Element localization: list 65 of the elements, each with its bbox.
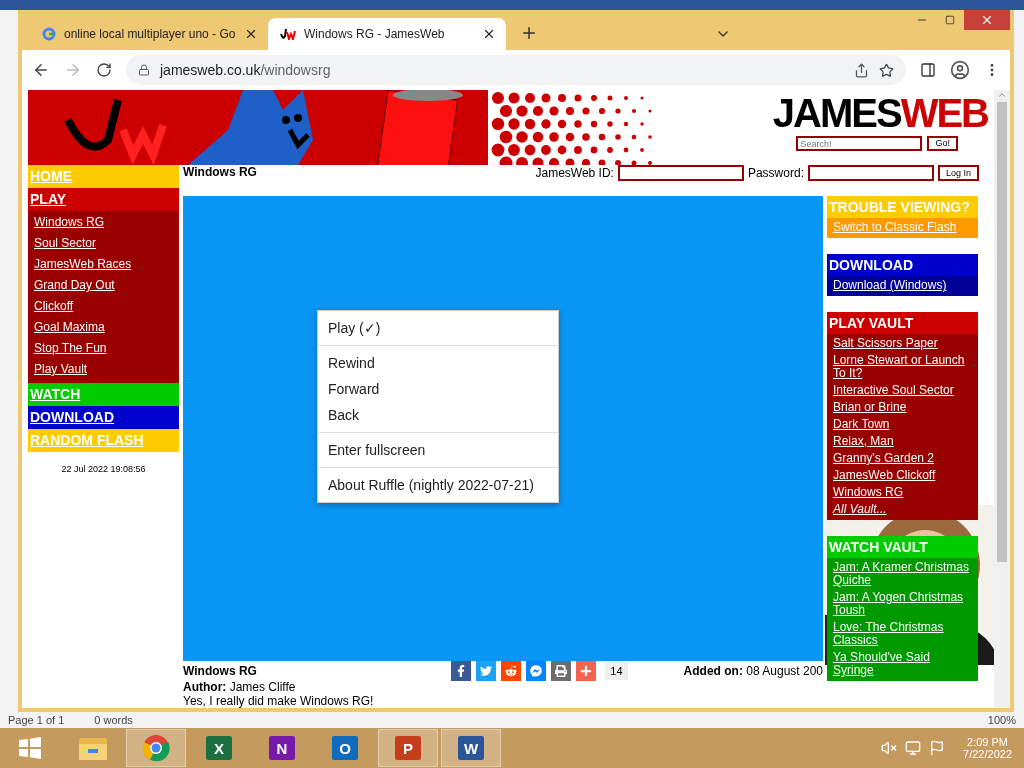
box-link[interactable]: Salt Scissors Paper [827,335,978,352]
game-description: Yes, I really did make Windows RG! [183,695,375,708]
box-title: PLAY VAULT [828,314,915,333]
nav-link[interactable]: JamesWeb Races [28,254,179,275]
status-text: Page 1 of 1 [8,714,65,726]
id-label: JamesWeb ID: [535,166,614,180]
box-link[interactable]: Relax, Man [827,433,978,450]
nav-section-link[interactable]: DOWNLOAD [28,406,179,429]
box-title: TROUBLE VIEWING? [828,198,971,217]
menu-item[interactable]: Back [318,402,558,428]
nav-section-link[interactable]: PLAY [28,188,179,211]
taskbar-app-button[interactable]: X [189,729,249,767]
nav-link[interactable]: Soul Sector [28,233,179,254]
added-date: Added on: 08 August 200 [683,663,823,678]
search-field[interactable]: Search! [796,136,923,151]
menu-item[interactable]: Forward [318,376,558,402]
app-icon: O [332,736,358,760]
author-line: Author: James Cliffe [183,681,297,694]
box-link[interactable]: Granny's Garden 2 [827,450,978,467]
box-link[interactable]: Dark Town [827,416,978,433]
nav-link[interactable]: Windows RG [28,212,179,233]
taskbar-app-button[interactable]: N [252,729,312,767]
nav-link[interactable]: Stop The Fun [28,338,179,359]
login-button[interactable]: Log In [937,165,979,181]
timestamp: 22 Jul 2022 19:08:56 [60,464,147,474]
app-icon: N [269,736,295,760]
box-link[interactable]: Jam: A Kramer Christmas Quiche [827,559,978,589]
status-text: 0 words [94,714,133,726]
game-area[interactable]: Play (✓) Rewind Forward Back Enter fullscreen About Ruffle (nightly 2022-07-21) [183,196,823,661]
taskbar-app-button[interactable]: W [441,729,501,767]
app-icon: P [395,736,421,760]
go-button[interactable]: Go! [927,136,958,151]
share-count: 14 [605,661,628,680]
password-label: Password: [747,166,804,180]
browser-tab[interactable]: online local multiplayer uno - Go [30,18,268,50]
box-link[interactable]: Download (Windows) [827,277,978,294]
game-title: Windows RG [183,663,257,678]
page-title: Windows RG [183,165,257,179]
box-title: WATCH VAULT [828,538,929,557]
nav-link[interactable]: Goal Maxima [28,317,179,338]
box-link[interactable]: Lorne Stewart or Launch To It? [827,352,978,382]
box-link[interactable]: Ya Should've Said Syringe [827,649,978,679]
menu-item[interactable]: Play (✓) [318,315,558,341]
nav-link[interactable]: Play Vault [28,359,179,380]
app-icon: X [206,736,232,760]
box-link[interactable]: All Vault... [827,501,978,518]
taskbar-app-button[interactable]: O [315,729,375,767]
site-logo[interactable]: JAMESWEB [772,90,988,136]
box-link[interactable]: Brian or Brine [827,399,978,416]
box-link[interactable]: Interactive Soul Sector [827,382,978,399]
address-bar[interactable]: jamesweb.co.uk/windowsrg [126,55,906,85]
nav-link[interactable]: Grand Day Out [28,275,179,296]
browser-tab[interactable]: Windows RG - JamesWeb [268,18,506,50]
box-link[interactable]: Jam: A Yogen Christmas Toush [827,589,978,619]
zoom-level: 100% [987,714,1016,726]
app-icon: W [458,736,484,760]
menu-item[interactable]: About Ruffle (nightly 2022-07-21) [318,472,558,498]
box-title: DOWNLOAD [828,256,914,275]
taskbar-app-button[interactable]: P [378,729,438,767]
box-link[interactable]: JamesWeb Clickoff [827,467,978,484]
menu-item[interactable]: Enter fullscreen [318,437,558,463]
nav-link[interactable]: Clickoff [28,296,179,317]
box-link[interactable]: Love: The Christmas Classics [827,619,978,649]
menu-item[interactable]: Rewind [318,350,558,376]
box-link[interactable]: Windows RG [827,484,978,501]
